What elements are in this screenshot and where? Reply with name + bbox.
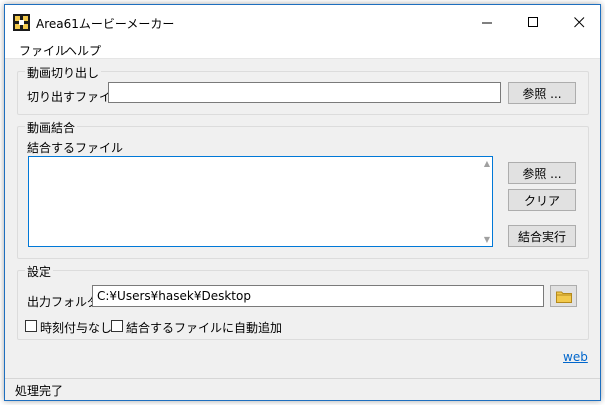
join-run-button[interactable]: 結合実行 <box>508 225 576 247</box>
maximize-button[interactable] <box>510 5 556 39</box>
minimize-icon <box>481 22 492 23</box>
join-files-list[interactable]: ▲ ▼ <box>28 156 493 247</box>
status-text: 処理完了 <box>15 384 64 398</box>
auto-add-checkbox[interactable] <box>111 320 123 332</box>
join-files-label: 結合するファイル <box>27 141 124 155</box>
auto-add-label: 結合するファイルに自動追加 <box>126 321 283 335</box>
output-folder-input[interactable]: C:¥Users¥hasek¥Desktop <box>92 285 544 307</box>
menu-bar: ファイル ヘルプ <box>5 39 600 59</box>
join-group-title: 動画結合 <box>25 119 78 136</box>
scroll-up-icon[interactable]: ▲ <box>484 159 490 168</box>
cut-file-input[interactable] <box>108 82 501 103</box>
no-timestamp-label: 時刻付与なし <box>40 321 113 335</box>
close-button[interactable] <box>556 5 602 39</box>
cut-browse-button[interactable]: 参照 ... <box>508 82 576 104</box>
browse-folder-button[interactable] <box>550 285 577 307</box>
settings-group-title: 設定 <box>25 263 54 280</box>
menu-help[interactable]: ヘルプ <box>65 42 101 59</box>
folder-icon <box>555 291 572 303</box>
web-link[interactable]: web <box>563 350 588 364</box>
cut-group-title: 動画切り出し <box>25 64 102 81</box>
join-browse-button[interactable]: 参照 ... <box>508 162 576 184</box>
clear-button[interactable]: クリア <box>508 189 576 211</box>
maximize-icon <box>527 16 538 27</box>
no-timestamp-checkbox[interactable] <box>25 320 37 332</box>
close-icon <box>573 16 584 27</box>
app-window: Area61ムービーメーカー ファイル ヘルプ 動画切り出し 切り出すファイル … <box>4 4 601 401</box>
output-folder-label: 出力フォルダ <box>27 295 100 309</box>
window-title: Area61ムービーメーカー <box>36 17 175 31</box>
minimize-button[interactable] <box>464 5 510 39</box>
title-bar: Area61ムービーメーカー <box>5 5 600 39</box>
menu-file[interactable]: ファイル <box>19 42 67 59</box>
status-bar: 処理完了 <box>5 378 600 400</box>
app-logo-icon <box>13 14 30 31</box>
scroll-down-icon[interactable]: ▼ <box>484 235 490 244</box>
